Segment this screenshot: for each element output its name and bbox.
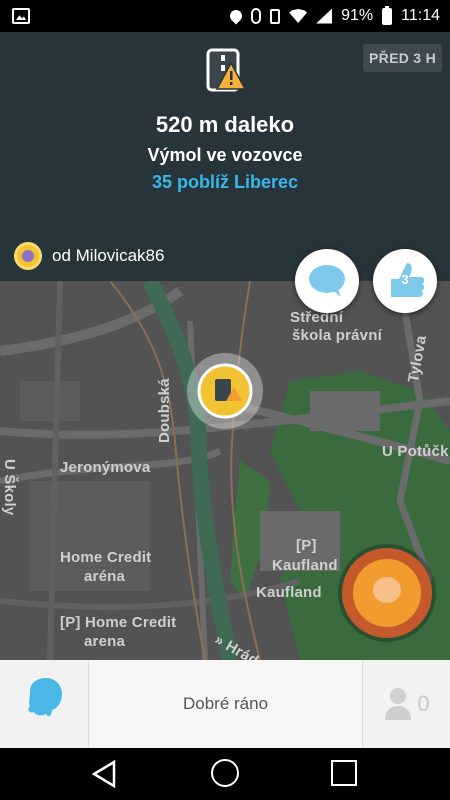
status-icons: 91% 11:14 [227, 5, 440, 26]
map-label-poi: arena [84, 633, 126, 650]
map-label-poi: Home Credit [60, 549, 152, 566]
thanks-button[interactable]: 3 [373, 249, 437, 313]
status-bar: 91% 11:14 [0, 0, 450, 32]
recent-apps-icon[interactable] [331, 760, 357, 786]
map-label-street: U Potůčk [382, 443, 449, 460]
map-label-poi: [P] [296, 537, 317, 554]
reporter[interactable]: od Milovicak86 [14, 242, 164, 270]
home-icon[interactable] [211, 759, 239, 787]
thanks-count: 3 [401, 272, 409, 287]
location-icon [227, 7, 245, 25]
signal-icon [316, 8, 333, 24]
map-label-poi: Kaufland [272, 557, 338, 574]
alert-type: Výmol ve vozovce [147, 145, 303, 165]
battery-icon [382, 5, 393, 25]
friends-button[interactable]: 0 [363, 660, 450, 748]
menu-button[interactable] [0, 660, 88, 748]
map-label-poi: [P] Home Credit [60, 614, 177, 631]
comment-button[interactable] [295, 249, 359, 313]
clock: 11:14 [401, 7, 440, 24]
building [20, 381, 80, 421]
alert-panel: PŘED 3 H 520 m daleko Výmol ve vozovce 3… [0, 32, 450, 281]
alert-distance: 520 m daleko [155, 112, 295, 137]
map-label-street: Jeronýmova [60, 459, 151, 476]
map-label-school: škola právní [292, 327, 382, 344]
wifi-icon [289, 9, 308, 23]
comment-icon [309, 265, 345, 297]
friends-count: 0 [417, 691, 430, 716]
back-icon[interactable] [92, 760, 118, 788]
waze-icon [28, 678, 62, 717]
report-icon [353, 559, 421, 627]
reporter-avatar [14, 242, 42, 270]
reporter-name: od Milovicak86 [52, 246, 165, 265]
report-button[interactable] [342, 548, 432, 638]
alert-location: 35 poblíž Liberec [151, 172, 299, 192]
map-label-street: Doubská [156, 378, 173, 443]
greeting-search-bar[interactable]: Dobré ráno [88, 660, 363, 748]
battery-percent: 91% [341, 7, 374, 24]
vibrate-icon [270, 8, 281, 24]
gallery-icon [12, 8, 30, 24]
pothole-warning-icon [206, 48, 245, 92]
map-label-street: U Školy [1, 459, 18, 516]
person-icon [385, 688, 412, 720]
alert-age-badge: PŘED 3 H [363, 44, 442, 72]
bottom-bar: Dobré ráno 0 [0, 660, 450, 748]
system-nav-bar [0, 748, 450, 800]
map-label-poi: Kaufland [256, 584, 322, 601]
map-label-poi: aréna [84, 568, 126, 585]
bluetooth-icon [251, 8, 262, 24]
